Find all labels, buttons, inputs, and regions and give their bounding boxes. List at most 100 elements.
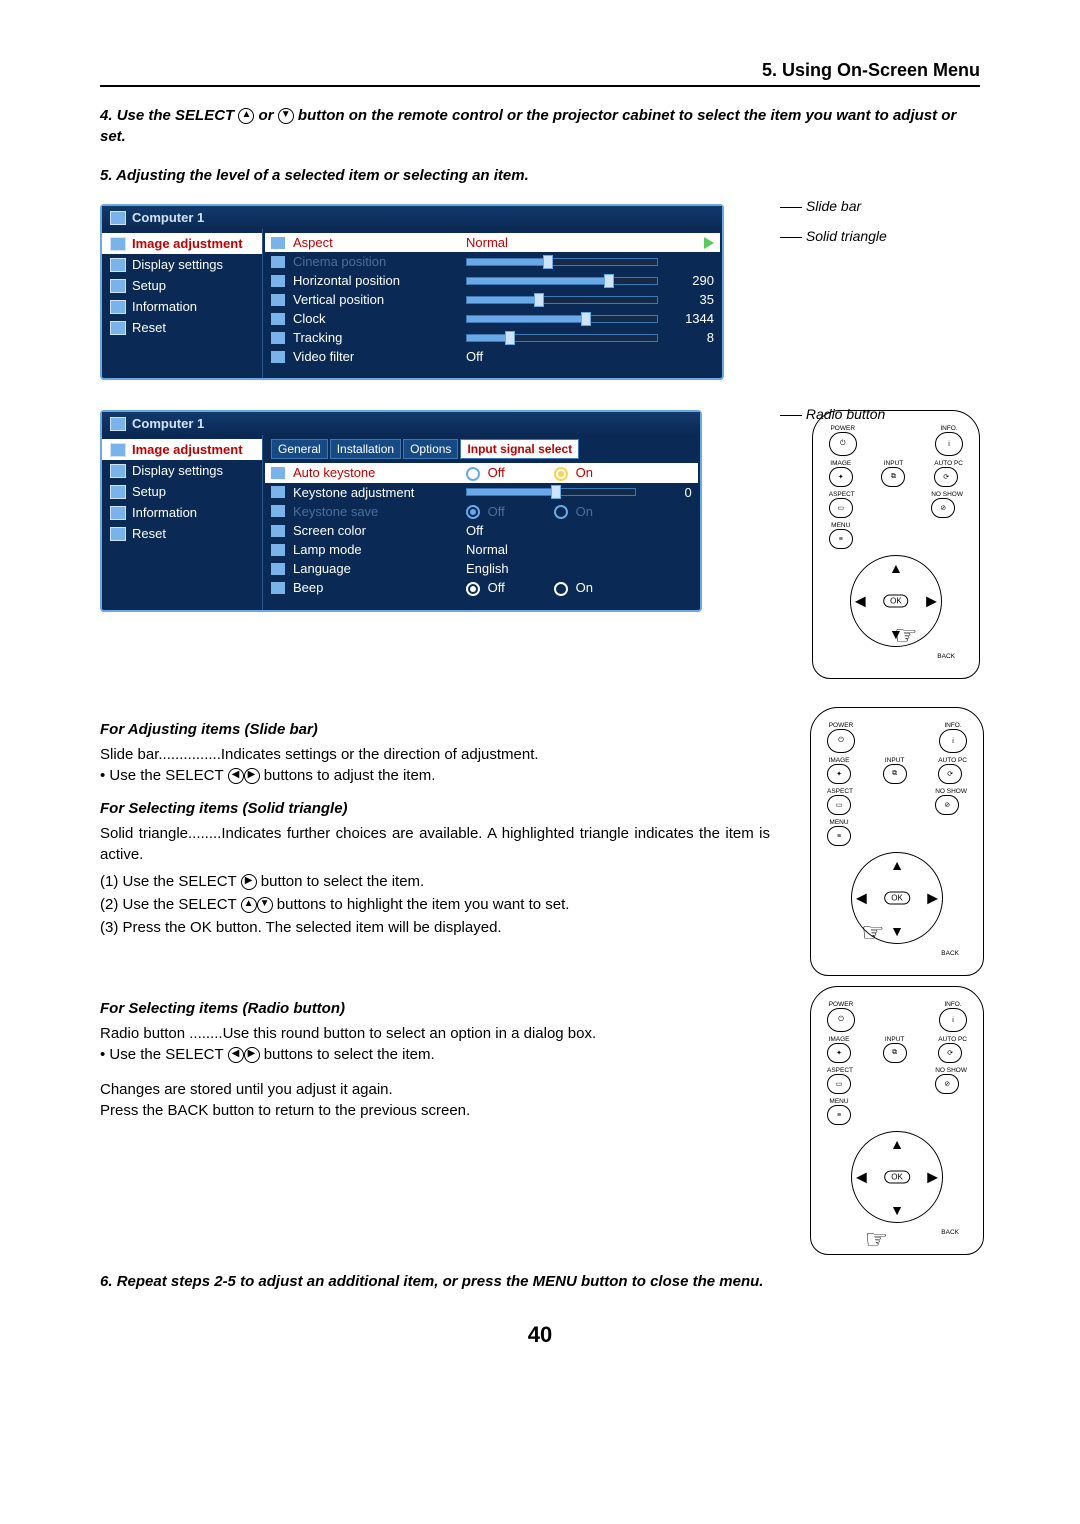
- sidebar-item[interactable]: Display settings: [102, 254, 262, 275]
- menu-row[interactable]: Auto keystone Off On: [265, 463, 698, 483]
- autopc-button[interactable]: ⟳: [938, 764, 962, 784]
- aspect-button[interactable]: ▭: [829, 498, 853, 518]
- osd-main-content: GeneralInstallationOptionsInput signal s…: [263, 435, 700, 610]
- up-icon[interactable]: ▲: [890, 857, 904, 873]
- sidebar-item[interactable]: Image adjustment: [102, 439, 262, 460]
- left-icon[interactable]: ◀: [856, 1169, 867, 1186]
- slider[interactable]: [466, 315, 658, 323]
- tab[interactable]: Options: [403, 439, 458, 459]
- power-button[interactable]: ⏻: [829, 432, 857, 456]
- down-icon: ▼: [257, 897, 273, 913]
- menu-row[interactable]: Beep Off On: [271, 578, 692, 598]
- sidebar-item[interactable]: Setup: [102, 275, 262, 296]
- menu-row[interactable]: Clock1344: [271, 309, 714, 328]
- radio-off[interactable]: Off: [466, 465, 546, 481]
- sidebar-item[interactable]: Setup: [102, 481, 262, 502]
- input-button[interactable]: ⧉: [883, 1043, 907, 1063]
- left-icon[interactable]: ◀: [856, 890, 867, 907]
- menu-row[interactable]: Lamp modeNormal: [271, 540, 692, 559]
- up-icon[interactable]: ▲: [890, 1136, 904, 1152]
- slider[interactable]: [466, 334, 658, 342]
- menu-row[interactable]: Keystone adjustment0: [271, 483, 692, 502]
- menu-row[interactable]: LanguageEnglish: [271, 559, 692, 578]
- row-icon: [271, 525, 285, 537]
- noshow-button[interactable]: ⊘: [935, 795, 959, 815]
- sidebar-item[interactable]: Image adjustment: [102, 233, 262, 254]
- tabs[interactable]: GeneralInstallationOptionsInput signal s…: [271, 439, 692, 459]
- autopc-button[interactable]: ⟳: [938, 1043, 962, 1063]
- slider[interactable]: [466, 488, 636, 496]
- right-icon[interactable]: ▶: [926, 593, 937, 610]
- menu-row[interactable]: Screen colorOff: [271, 521, 692, 540]
- ok-button[interactable]: OK: [884, 892, 910, 905]
- right-icon[interactable]: ▶: [927, 1169, 938, 1186]
- info-button[interactable]: i: [935, 432, 963, 456]
- radio-on[interactable]: On: [554, 580, 593, 596]
- sidebar-item[interactable]: Reset: [102, 317, 262, 338]
- slider[interactable]: [466, 277, 658, 285]
- menu-row: Cinema position: [271, 252, 714, 271]
- radio-off[interactable]: Off: [466, 504, 546, 520]
- menu-button[interactable]: ≡: [827, 826, 851, 846]
- slider[interactable]: [466, 296, 658, 304]
- sidebar-item[interactable]: Display settings: [102, 460, 262, 481]
- menu-row[interactable]: Video filterOff: [271, 347, 714, 366]
- sidebar-item[interactable]: Information: [102, 296, 262, 317]
- remote-illustration: POWER⏻INFO.iIMAGE✦INPUT⧉AUTO PC⟳ASPECT▭N…: [810, 707, 984, 976]
- menu-icon: [110, 258, 126, 272]
- remote-illustration: POWER⏻INFO.iIMAGE✦INPUT⧉AUTO PC⟳ASPECT▭N…: [810, 986, 984, 1255]
- slider[interactable]: [466, 258, 658, 266]
- slidebar-line1: Slide bar...............Indicates settin…: [100, 744, 770, 765]
- ok-button[interactable]: OK: [884, 1171, 910, 1184]
- power-button[interactable]: ⏻: [827, 729, 855, 753]
- down-icon[interactable]: ▼: [890, 923, 904, 939]
- info-button[interactable]: i: [939, 729, 967, 753]
- power-button[interactable]: ⏻: [827, 1008, 855, 1032]
- left-icon: ◀: [228, 1047, 244, 1063]
- radio-on[interactable]: On: [554, 465, 593, 481]
- sidebar-item[interactable]: Reset: [102, 523, 262, 544]
- tab[interactable]: Input signal select: [460, 439, 579, 459]
- section-header: 5. Using On-Screen Menu: [100, 60, 980, 87]
- image-button[interactable]: ✦: [827, 1043, 851, 1063]
- image-button[interactable]: ✦: [829, 467, 853, 487]
- aspect-button[interactable]: ▭: [827, 1074, 851, 1094]
- info-button[interactable]: i: [939, 1008, 967, 1032]
- input-button[interactable]: ⧉: [883, 764, 907, 784]
- noshow-button[interactable]: ⊘: [931, 498, 955, 518]
- autopc-button[interactable]: ⟳: [934, 467, 958, 487]
- step-6: 6. Repeat steps 2-5 to adjust an additio…: [100, 1271, 980, 1292]
- back-label: BACK: [937, 653, 955, 660]
- dpad[interactable]: ▲ ▼ ◀ ▶ OK: [851, 1131, 943, 1223]
- radio-off[interactable]: Off: [466, 580, 546, 596]
- step-5: 5. Adjusting the level of a selected ite…: [100, 165, 980, 186]
- sidebar-item[interactable]: Information: [102, 502, 262, 523]
- tab[interactable]: Installation: [330, 439, 401, 459]
- down-icon[interactable]: ▼: [890, 1202, 904, 1218]
- left-icon[interactable]: ◀: [855, 593, 866, 610]
- noshow-button[interactable]: ⊘: [935, 1074, 959, 1094]
- right-icon[interactable]: ▶: [927, 890, 938, 907]
- menu-row[interactable]: Vertical position35: [271, 290, 714, 309]
- osd-main-content: AspectNormalCinema positionHorizontal po…: [263, 229, 722, 378]
- menu-row[interactable]: Tracking8: [271, 328, 714, 347]
- osd-side-menu[interactable]: Image adjustmentDisplay settingsSetupInf…: [102, 435, 263, 610]
- row-icon: [271, 467, 285, 479]
- radio-note1: Changes are stored until you adjust it a…: [100, 1079, 770, 1100]
- slidebar-line2: • Use the SELECT ◀▶ buttons to adjust th…: [100, 765, 770, 786]
- up-icon[interactable]: ▲: [889, 560, 903, 576]
- osd-panel-1: Computer 1 Image adjustmentDisplay setti…: [100, 204, 724, 380]
- aspect-button[interactable]: ▭: [827, 795, 851, 815]
- osd-side-menu[interactable]: Image adjustmentDisplay settingsSetupInf…: [102, 229, 263, 378]
- radio-on[interactable]: On: [554, 504, 593, 520]
- ok-button[interactable]: OK: [883, 595, 909, 608]
- menu-button[interactable]: ≡: [829, 529, 853, 549]
- tab[interactable]: General: [271, 439, 328, 459]
- menu-button[interactable]: ≡: [827, 1105, 851, 1125]
- row-icon: [271, 351, 285, 363]
- input-button[interactable]: ⧉: [881, 467, 905, 487]
- image-button[interactable]: ✦: [827, 764, 851, 784]
- menu-row[interactable]: AspectNormal: [265, 233, 720, 252]
- menu-row[interactable]: Horizontal position290: [271, 271, 714, 290]
- triangle-steps: (1) Use the SELECT ▶ button to select th…: [100, 871, 770, 938]
